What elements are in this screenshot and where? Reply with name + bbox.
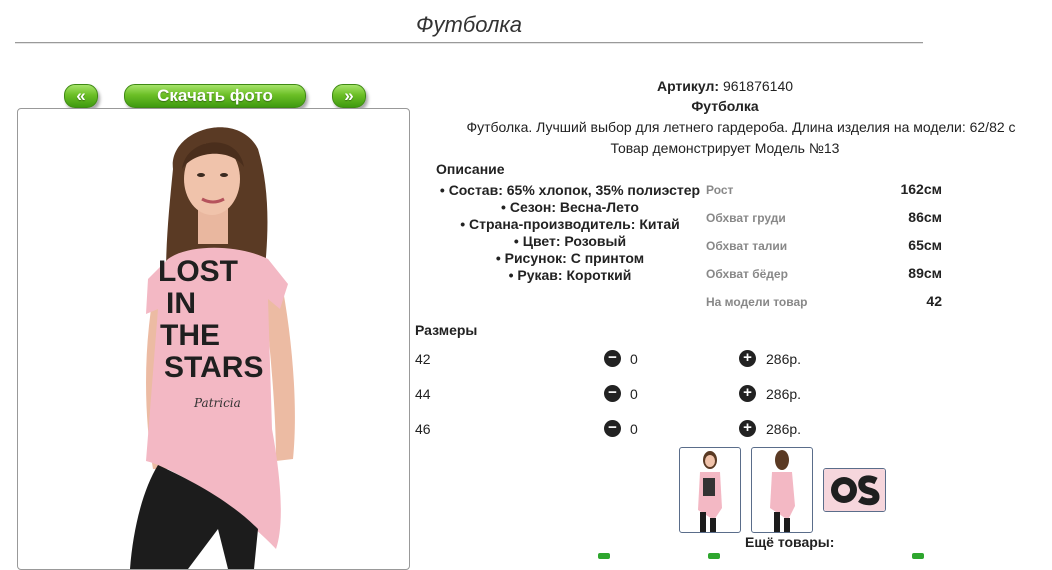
measurement-value: 65см xyxy=(908,237,942,253)
brand-script: Patricia xyxy=(193,396,241,410)
size-row: 42 − 0 + 286р. xyxy=(415,350,835,370)
list-item: Цвет: Розовый xyxy=(430,233,710,250)
price-value: 286р. xyxy=(766,351,802,367)
measurement-row: Обхват талии 65см xyxy=(706,237,942,257)
more-product-link[interactable] xyxy=(912,553,924,559)
minus-circle-icon[interactable]: − xyxy=(604,350,621,367)
more-product-link[interactable] xyxy=(708,553,720,559)
measurement-label: Обхват бёдер xyxy=(706,267,788,281)
title-divider xyxy=(15,42,923,43)
measurement-label: Рост xyxy=(706,183,734,197)
measurement-row: Обхват груди 86см xyxy=(706,209,942,229)
list-item: Рисунок: С принтом xyxy=(430,250,710,267)
thumbnail-image xyxy=(770,450,795,532)
measurement-row: Рост 162см xyxy=(706,181,942,201)
list-item: Рукав: Короткий xyxy=(430,267,710,284)
quantity-value: 0 xyxy=(630,351,638,367)
size-label: 46 xyxy=(415,421,431,437)
description-list: Состав: 65% хлопок, 35% полиэстер Сезон:… xyxy=(430,182,710,284)
measurement-value: 89см xyxy=(908,265,942,281)
article-line: Артикул: 961876140 xyxy=(430,78,1020,94)
shirt-print-text: LOST xyxy=(158,255,238,288)
article-label: Артикул: xyxy=(656,78,720,94)
svg-text:STARS: STARS xyxy=(164,351,263,384)
list-item: Состав: 65% хлопок, 35% полиэстер xyxy=(430,182,710,199)
previous-photo-button[interactable]: « xyxy=(64,84,98,108)
thumbnail-image xyxy=(698,451,722,532)
svg-text:THE: THE xyxy=(160,319,220,352)
sizes-heading: Размеры xyxy=(415,322,478,338)
measurement-value: 162см xyxy=(900,181,942,197)
measurement-row: Обхват бёдер 89см xyxy=(706,265,942,285)
model-photo-image: LOST IN THE STARS Patricia xyxy=(130,127,295,569)
price-value: 286р. xyxy=(766,421,802,437)
size-label: 44 xyxy=(415,386,431,402)
svg-text:IN: IN xyxy=(166,287,196,320)
next-photo-button[interactable]: » xyxy=(332,84,366,108)
download-photo-button[interactable]: Скачать фото xyxy=(124,84,306,108)
measurement-label: На модели товар xyxy=(706,295,808,309)
article-value: 961876140 xyxy=(722,78,794,94)
price-value: 286р. xyxy=(766,386,802,402)
size-label: 42 xyxy=(415,351,431,367)
quantity-value: 0 xyxy=(630,386,638,402)
more-product-link[interactable] xyxy=(598,553,610,559)
measurement-label: Обхват груди xyxy=(706,211,786,225)
list-item: Сезон: Весна-Лето xyxy=(430,199,710,216)
list-item: Страна-производитель: Китай xyxy=(430,216,710,233)
measurement-label: Обхват талии xyxy=(706,239,788,253)
main-product-photo[interactable]: LOST IN THE STARS Patricia xyxy=(17,108,410,570)
thumbnail-back[interactable] xyxy=(751,447,813,533)
quantity-value: 0 xyxy=(630,421,638,437)
measurement-row: На модели товар 42 xyxy=(706,293,942,313)
model-note: Товар демонстрирует Модель №13 xyxy=(610,140,840,156)
measurement-value: 42 xyxy=(926,293,942,309)
thumbnail-front[interactable] xyxy=(679,447,741,533)
product-description: Футболка. Лучший выбор для летнего гарде… xyxy=(466,119,1016,135)
thumbnail-image xyxy=(824,469,885,511)
plus-circle-icon[interactable]: + xyxy=(739,420,756,437)
thumbnail-print-detail[interactable] xyxy=(823,468,886,512)
description-heading: Описание xyxy=(436,161,505,177)
product-name: Футболка xyxy=(691,98,759,114)
minus-circle-icon[interactable]: − xyxy=(604,420,621,437)
plus-circle-icon[interactable]: + xyxy=(739,350,756,367)
size-row: 46 − 0 + 286р. xyxy=(415,420,835,440)
more-products-heading: Ещё товары: xyxy=(745,534,835,550)
minus-circle-icon[interactable]: − xyxy=(604,385,621,402)
measurement-value: 86см xyxy=(908,209,942,225)
size-row: 44 − 0 + 286р. xyxy=(415,385,835,405)
page-title: Футболка xyxy=(416,12,522,37)
plus-circle-icon[interactable]: + xyxy=(739,385,756,402)
